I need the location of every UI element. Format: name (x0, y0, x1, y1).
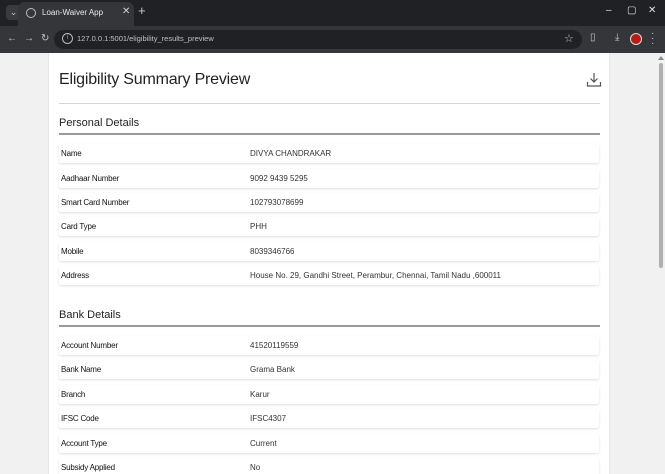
back-arrow-icon[interactable]: ← (7, 33, 17, 45)
bank-details-heading: Bank Details (59, 309, 121, 321)
extensions-icon[interactable]: ▯ (590, 32, 596, 44)
row-label: Smart Card Number (61, 198, 130, 207)
row-value: House No. 29, Gandhi Street, Perambur, C… (250, 271, 501, 280)
maximize-button[interactable]: ▢ (627, 5, 636, 16)
detail-row-name: Name DIVYA CHANDRAKAR (59, 144, 599, 163)
row-value: 102793078699 (250, 198, 304, 207)
scrollbar-thumb[interactable] (659, 63, 663, 268)
row-label: Aadhaar Number (61, 174, 120, 183)
reload-icon[interactable]: ↻ (41, 33, 49, 45)
row-label: Bank Name (61, 365, 101, 374)
row-label: Address (61, 271, 89, 280)
detail-row-subsidy: Subsidy Applied No (59, 458, 599, 474)
site-info-icon[interactable]: i (62, 33, 73, 44)
browser-tab[interactable]: Loan-Waiver App ✕ (18, 2, 134, 26)
detail-row-smart-card: Smart Card Number 102793078699 (59, 193, 599, 212)
page-scrollbar[interactable] (657, 53, 665, 474)
page-title: Eligibility Summary Preview (59, 71, 251, 88)
personal-details-divider (59, 133, 600, 135)
browser-toolbar: ← → ↻ i 127.0.0.1:5001/eligibility_resul… (0, 26, 665, 53)
browser-menu-icon[interactable]: · · · (651, 29, 654, 49)
url-text[interactable]: 127.0.0.1:5001/eligibility_results_previ… (77, 34, 214, 43)
detail-row-branch: Branch Karur (59, 385, 599, 404)
row-value: DIVYA CHANDRAKAR (250, 149, 332, 158)
download-icon[interactable] (586, 72, 602, 88)
close-window-button[interactable]: ✕ (648, 5, 656, 16)
row-label: IFSC Code (61, 414, 99, 423)
row-value: Grama Bank (250, 365, 295, 374)
forward-arrow-icon[interactable]: → (24, 33, 34, 45)
bookmark-star-icon[interactable]: ☆ (564, 32, 574, 45)
row-label: Account Number (61, 341, 118, 350)
globe-icon (26, 8, 36, 18)
detail-row-card-type: Card Type PHH (59, 217, 599, 236)
detail-row-mobile: Mobile 8039346766 (59, 242, 599, 261)
detail-row-account-type: Account Type Current (59, 434, 599, 453)
downloads-icon[interactable]: ⤓ (615, 32, 619, 44)
row-label: Name (61, 149, 82, 158)
browser-tab-bar: ⌄ Loan-Waiver App ✕ + – ▢ ✕ (0, 0, 665, 26)
address-bar[interactable]: i 127.0.0.1:5001/eligibility_results_pre… (54, 30, 582, 49)
row-value: No (250, 463, 261, 472)
new-tab-button[interactable]: + (138, 4, 146, 18)
bank-details-divider (59, 325, 600, 327)
detail-row-account-number: Account Number 41520119559 (59, 336, 599, 355)
detail-row-aadhaar: Aadhaar Number 9092 9439 5295 (59, 169, 599, 188)
row-value: Current (250, 439, 277, 448)
detail-row-bank-name: Bank Name Grama Bank (59, 360, 599, 379)
minimize-button[interactable]: – (606, 5, 612, 16)
row-value: IFSC4307 (250, 414, 287, 423)
row-value: 9092 9439 5295 (250, 174, 308, 183)
row-label: Branch (61, 390, 86, 399)
row-value: 41520119559 (250, 341, 299, 350)
row-label: Mobile (61, 247, 84, 256)
personal-details-heading: Personal Details (59, 117, 140, 129)
row-label: Subsidy Applied (61, 463, 115, 472)
row-label: Card Type (61, 222, 96, 231)
page-viewport: Eligibility Summary Preview Personal Det… (0, 53, 657, 474)
row-value: Karur (250, 390, 270, 399)
tab-close-button[interactable]: ✕ (122, 6, 130, 17)
summary-card: Eligibility Summary Preview Personal Det… (48, 53, 610, 474)
row-value: PHH (250, 222, 267, 231)
profile-avatar[interactable] (630, 33, 642, 45)
detail-row-ifsc: IFSC Code IFSC4307 (59, 409, 599, 428)
title-divider (59, 103, 600, 104)
scroll-up-arrow-icon[interactable] (658, 56, 664, 60)
row-label: Account Type (61, 439, 107, 448)
detail-row-address: Address House No. 29, Gandhi Street, Per… (59, 266, 599, 285)
tab-title: Loan-Waiver App (42, 8, 104, 17)
row-value: 8039346766 (250, 247, 295, 256)
